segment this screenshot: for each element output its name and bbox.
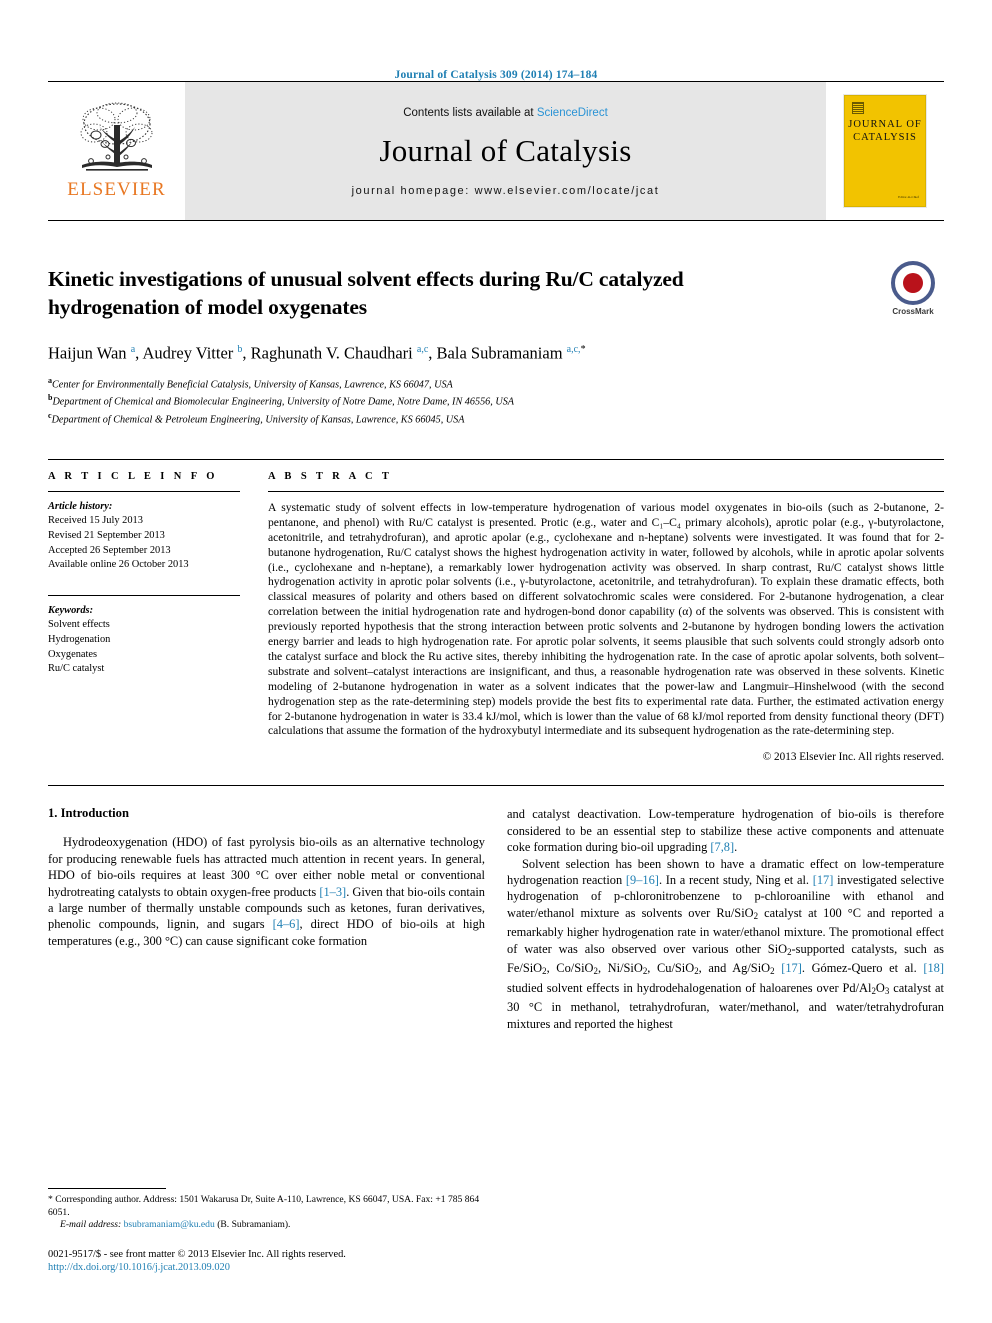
title-block: Kinetic investigations of unusual solven…: [48, 261, 944, 427]
cover-title-line2: CATALYSIS: [853, 132, 917, 143]
section-title-introduction: 1. Introduction: [48, 806, 129, 821]
contents-prefix: Contents lists available at: [403, 107, 537, 119]
article-info-heading: A R T I C L E I N F O: [48, 470, 218, 482]
crossmark-label: CrossMark: [892, 307, 934, 316]
email-note: E-mail address: bsubramaniam@ku.edu (B. …: [48, 1219, 485, 1232]
info-abstract-section: A R T I C L E I N F O Article history: R…: [48, 458, 944, 764]
body-column-right: and catalyst deactivation. Low-temperatu…: [507, 806, 944, 1032]
abstract-text: A systematic study of solvent effects in…: [268, 500, 944, 738]
contents-available-line: Contents lists available at ScienceDirec…: [403, 107, 608, 119]
masthead-center: Contents lists available at ScienceDirec…: [185, 82, 826, 220]
article-history-label: Article history:: [48, 500, 113, 512]
keyword-item: Solvent effects: [48, 619, 110, 631]
cover-title: JOURNAL OF CATALYSIS: [845, 118, 925, 144]
author-list: Haijun Wan a, Audrey Vitter b, Raghunath…: [48, 343, 586, 363]
body-columns: 1. Introduction Hydrodeoxygenation (HDO)…: [48, 806, 944, 1032]
copyright-line: © 2013 Elsevier Inc. All rights reserved…: [762, 751, 944, 764]
history-item: Accepted 26 September 2013: [48, 544, 171, 556]
page-title: Kinetic investigations of unusual solven…: [48, 267, 684, 319]
footnote-area: * Corresponding author. Address: 1501 Wa…: [48, 1188, 485, 1275]
footnote-divider: [48, 1188, 166, 1190]
email-label: E-mail address:: [60, 1219, 122, 1231]
divider: [48, 594, 240, 596]
keywords-block: Keywords: Solvent effects Hydrogenation …: [48, 594, 240, 677]
running-head: Journal of Catalysis 309 (2014) 174–184: [394, 69, 598, 81]
affiliation-text: Department of Chemical & Petroleum Engin…: [51, 414, 465, 426]
affiliation-list: aCenter for Environmentally Beneficial C…: [48, 374, 944, 427]
footer-meta: 0021-9517/$ - see front matter © 2013 El…: [48, 1248, 485, 1275]
paragraph: and catalyst deactivation. Low-temperatu…: [507, 807, 944, 855]
email-link[interactable]: bsubramaniam@ku.edu: [124, 1219, 215, 1230]
keyword-item: Oxygenates: [48, 648, 98, 660]
paper-page: Journal of Catalysis 309 (2014) 174–184: [0, 0, 992, 1323]
body-column-left: 1. Introduction Hydrodeoxygenation (HDO)…: [48, 806, 485, 1032]
issn-line: 0021-9517/$ - see front matter © 2013 El…: [48, 1248, 346, 1260]
journal-cover-image: JOURNAL OF CATALYSIS Editor-in-Chief: [844, 95, 926, 207]
paragraph: Solvent selection has been shown to have…: [507, 856, 944, 1031]
cover-title-line1: JOURNAL OF: [848, 119, 922, 130]
elsevier-logo: ELSEVIER: [48, 82, 185, 220]
journal-cover-thumbnail[interactable]: JOURNAL OF CATALYSIS Editor-in-Chief: [826, 82, 944, 220]
keywords-label: Keywords:: [48, 604, 94, 616]
elsevier-mark-icon: [852, 102, 864, 114]
crossmark-icon: [891, 261, 935, 305]
affiliation-item: aCenter for Environmentally Beneficial C…: [48, 374, 944, 392]
affiliation-text: Department of Chemical and Biomolecular …: [52, 396, 515, 408]
keyword-item: Ru/C catalyst: [48, 663, 105, 675]
keyword-item: Hydrogenation: [48, 634, 111, 646]
email-owner: (B. Subramaniam).: [217, 1219, 291, 1231]
paragraph: Hydrodeoxygenation (HDO) of fast pyrolys…: [48, 835, 485, 948]
affiliation-item: bDepartment of Chemical and Biomolecular…: [48, 391, 944, 409]
history-item: Received 15 July 2013: [48, 515, 143, 527]
journal-masthead: ELSEVIER Contents lists available at Sci…: [48, 81, 944, 221]
sciencedirect-link[interactable]: ScienceDirect: [537, 107, 608, 119]
cover-footnote: Editor-in-Chief: [898, 194, 919, 199]
corresponding-author-note: * Corresponding author. Address: 1501 Wa…: [48, 1194, 480, 1218]
abstract-heading: A B S T R A C T: [268, 470, 393, 482]
affiliation-item: cDepartment of Chemical & Petroleum Engi…: [48, 409, 944, 427]
divider: [268, 490, 944, 492]
journal-homepage-link[interactable]: journal homepage: www.elsevier.com/locat…: [352, 185, 660, 197]
divider: [48, 785, 944, 787]
history-item: Available online 26 October 2013: [48, 559, 189, 571]
divider: [48, 490, 240, 492]
abstract-column: A B S T R A C T A systematic study of so…: [254, 470, 944, 764]
elsevier-tree-icon: [74, 99, 160, 177]
article-info-column: A R T I C L E I N F O Article history: R…: [48, 471, 254, 764]
journal-title: Journal of Catalysis: [379, 133, 632, 168]
elsevier-wordmark: ELSEVIER: [67, 179, 166, 200]
affiliation-text: Center for Environmentally Beneficial Ca…: [52, 378, 453, 390]
doi-link[interactable]: http://dx.doi.org/10.1016/j.jcat.2013.09…: [48, 1261, 485, 1275]
crossmark-badge[interactable]: CrossMark: [882, 261, 944, 316]
history-item: Revised 21 September 2013: [48, 530, 165, 542]
